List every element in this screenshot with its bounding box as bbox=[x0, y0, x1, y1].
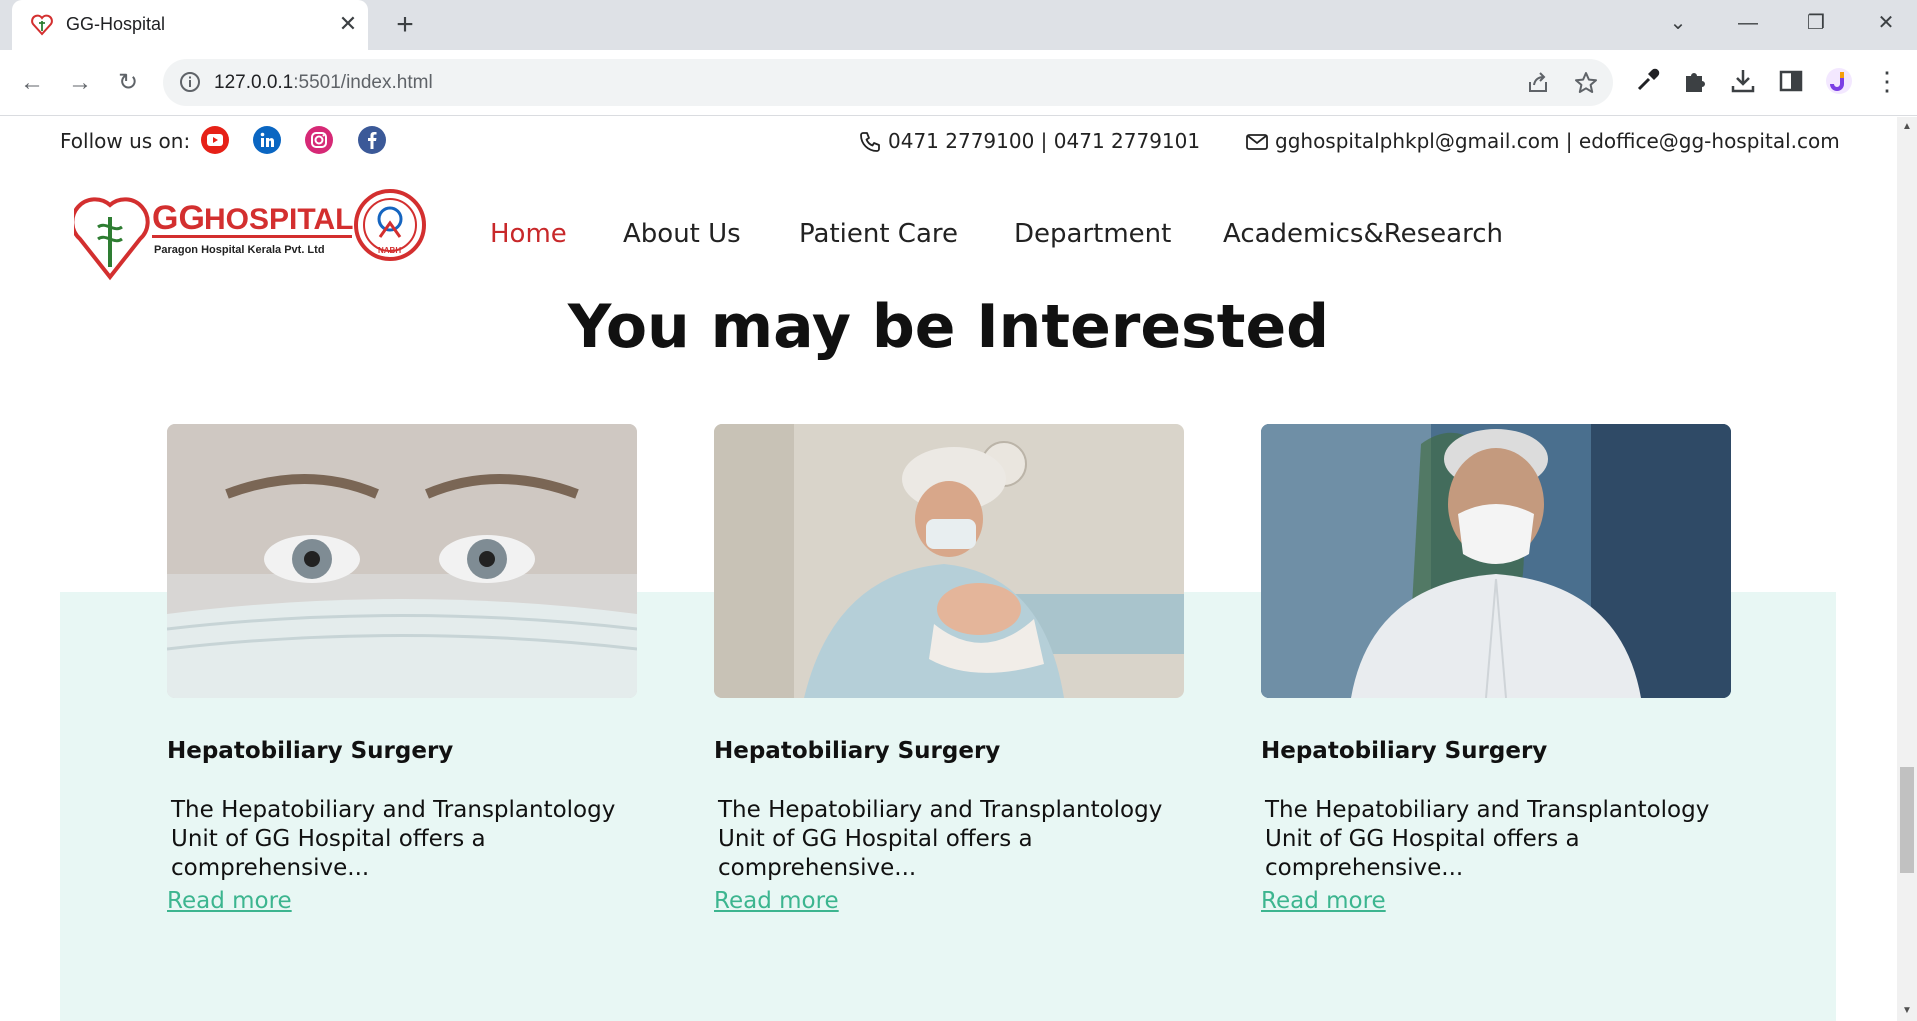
url-host: 127.0.0.1 bbox=[214, 72, 294, 93]
download-icon[interactable] bbox=[1728, 66, 1758, 96]
nav-academics-research[interactable]: Academics&Research bbox=[1223, 219, 1503, 249]
read-more-link[interactable]: Read more bbox=[714, 888, 839, 914]
card-image-doctor-newborn[interactable] bbox=[714, 424, 1184, 698]
site-header: GG HOSPITAL Paragon Hospital Kerala Pvt.… bbox=[0, 187, 1897, 287]
nav-home[interactable]: Home bbox=[490, 219, 567, 249]
mail-icon bbox=[1246, 134, 1268, 150]
card-image-nurse-mask[interactable] bbox=[167, 424, 637, 698]
profile-avatar-icon[interactable] bbox=[1824, 66, 1854, 96]
extensions-puzzle-icon[interactable] bbox=[1680, 66, 1710, 96]
logo-brand-hospital: HOSPITAL bbox=[204, 203, 353, 236]
logo-brand-gg: GG bbox=[152, 199, 205, 237]
linkedin-icon[interactable] bbox=[252, 125, 282, 155]
card-description: The Hepatobiliary and Transplantology Un… bbox=[1265, 797, 1710, 881]
browser-toolbar: ← → ↻ 127.0.0.1:5501/index.html bbox=[0, 50, 1917, 116]
back-icon[interactable]: ← bbox=[16, 67, 48, 99]
share-icon[interactable] bbox=[1525, 70, 1551, 96]
restore-icon[interactable]: ❐ bbox=[1796, 8, 1836, 38]
read-more-link[interactable]: Read more bbox=[167, 888, 292, 914]
nav-about-us[interactable]: About Us bbox=[623, 219, 741, 249]
phone-icon bbox=[860, 132, 880, 152]
reload-icon[interactable]: ↻ bbox=[112, 67, 144, 99]
hospital-favicon-icon bbox=[31, 14, 53, 36]
page-scrollbar[interactable]: ▲ ▼ bbox=[1897, 117, 1917, 1021]
address-bar[interactable]: 127.0.0.1:5501/index.html bbox=[163, 59, 1613, 106]
browser-menu-icon[interactable]: ⋮ bbox=[1872, 66, 1902, 96]
tab-search-icon[interactable]: ⌄ bbox=[1658, 8, 1698, 38]
url-path: :5501/index.html bbox=[293, 72, 433, 93]
facebook-icon[interactable] bbox=[357, 125, 387, 155]
nav-department[interactable]: Department bbox=[1014, 219, 1171, 249]
section-title: You may be Interested bbox=[567, 292, 1330, 362]
bookmark-star-icon[interactable] bbox=[1573, 70, 1599, 96]
card-description: The Hepatobiliary and Transplantology Un… bbox=[718, 797, 1163, 881]
window-close-icon[interactable]: ✕ bbox=[1866, 8, 1906, 38]
phone-numbers: 0471 2779100 | 0471 2779101 bbox=[888, 129, 1201, 153]
nabh-badge-text: NABH bbox=[378, 246, 401, 255]
forward-icon[interactable]: → bbox=[64, 67, 96, 99]
follow-label: Follow us on: bbox=[60, 129, 191, 153]
site-info-icon[interactable] bbox=[179, 71, 201, 93]
card-title: Hepatobiliary Surgery bbox=[714, 738, 1001, 764]
read-more-link[interactable]: Read more bbox=[1261, 888, 1386, 914]
browser-tab[interactable]: GG-Hospital ✕ bbox=[12, 0, 368, 50]
scroll-down-arrow-icon[interactable]: ▼ bbox=[1901, 1005, 1913, 1017]
tab-close-icon[interactable]: ✕ bbox=[335, 11, 361, 37]
eyedropper-extension-icon[interactable] bbox=[1632, 66, 1662, 96]
browser-tab-strip: GG-Hospital ✕ + ⌄ — ❐ ✕ bbox=[0, 0, 1917, 50]
url-text[interactable]: 127.0.0.1:5501/index.html bbox=[214, 72, 433, 94]
gg-hospital-logo[interactable]: GG HOSPITAL Paragon Hospital Kerala Pvt.… bbox=[74, 187, 430, 283]
contact-bar: Follow us on: 0471 2779100 | 0471 277910… bbox=[0, 117, 1897, 167]
minimize-icon[interactable]: — bbox=[1728, 8, 1768, 38]
youtube-icon[interactable] bbox=[200, 125, 230, 155]
instagram-icon[interactable] bbox=[304, 125, 334, 155]
scroll-thumb[interactable] bbox=[1900, 767, 1914, 873]
card-title: Hepatobiliary Surgery bbox=[167, 738, 454, 764]
card-image-man-mask[interactable] bbox=[1261, 424, 1731, 698]
nav-patient-care[interactable]: Patient Care bbox=[799, 219, 958, 249]
email-addresses: gghospitalphkpl@gmail.com | edoffice@gg-… bbox=[1275, 129, 1840, 153]
new-tab-icon[interactable]: + bbox=[390, 10, 420, 40]
scroll-up-arrow-icon[interactable]: ▲ bbox=[1901, 121, 1913, 133]
logo-tagline: Paragon Hospital Kerala Pvt. Ltd bbox=[154, 244, 325, 256]
card-title: Hepatobiliary Surgery bbox=[1261, 738, 1548, 764]
side-panel-icon[interactable] bbox=[1776, 66, 1806, 96]
tab-title: GG-Hospital bbox=[66, 14, 166, 34]
web-page: Follow us on: 0471 2779100 | 0471 277910… bbox=[0, 117, 1897, 1021]
card-description: The Hepatobiliary and Transplantology Un… bbox=[171, 797, 616, 881]
